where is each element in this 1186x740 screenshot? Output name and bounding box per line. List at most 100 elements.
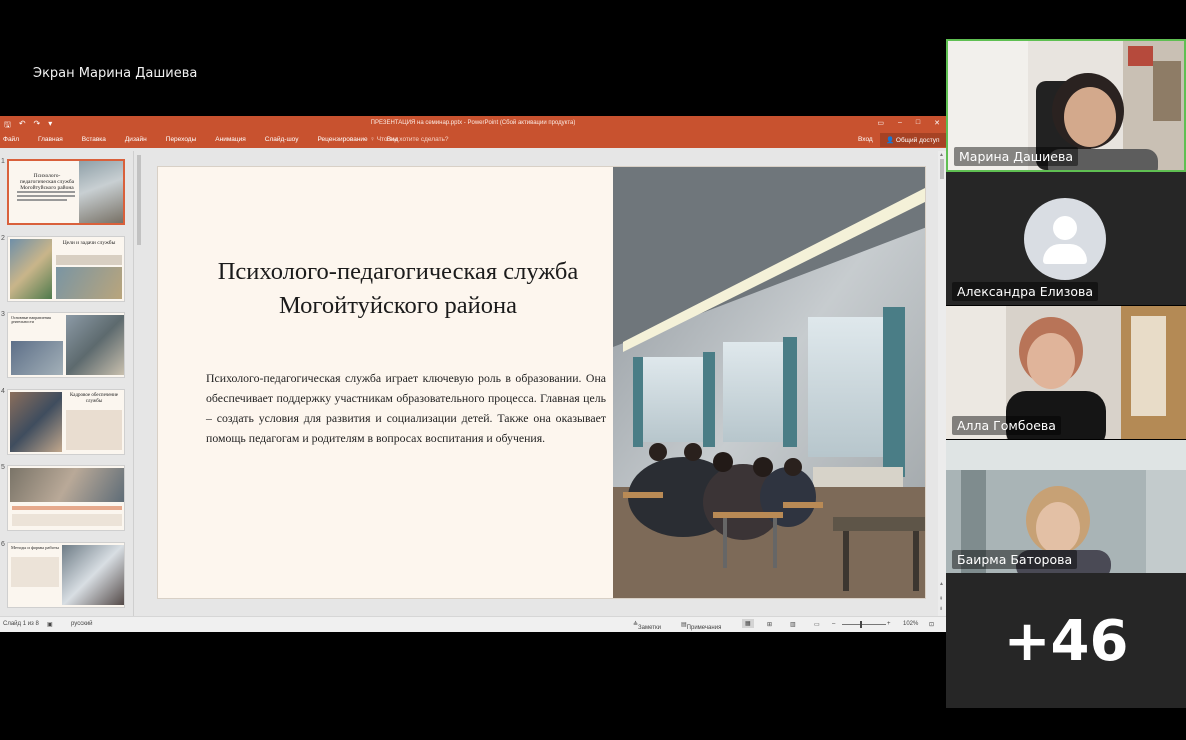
- text-placeholder: [17, 195, 75, 197]
- spellcheck-icon[interactable]: ▣: [47, 621, 53, 628]
- scrollbar-thumb[interactable]: [137, 155, 141, 245]
- zoom-out-icon[interactable]: –: [832, 621, 835, 627]
- status-bar: Слайд 1 из 8 ▣ русский ≜ Заметки ▤ Приме…: [0, 616, 946, 632]
- slide-title[interactable]: Психолого-педагогическая служба Могойтуй…: [178, 255, 618, 323]
- text-placeholder: [11, 557, 59, 587]
- participant-name: Марина Дашиева: [954, 147, 1079, 166]
- classroom-photo-graphic: [613, 167, 925, 598]
- next-slide-icon[interactable]: ⇟: [939, 606, 943, 612]
- thumbnail-number: 4: [1, 388, 5, 395]
- reading-view-icon[interactable]: ▥: [790, 621, 796, 628]
- tell-me-box[interactable]: ♀ Что вы хотите сделать?: [370, 136, 449, 143]
- fit-to-window-icon[interactable]: ⊡: [929, 621, 934, 628]
- thumbnail-item[interactable]: 5: [0, 464, 134, 534]
- scroll-down-icon[interactable]: ▲: [939, 581, 944, 587]
- tab-home[interactable]: Главная: [38, 136, 63, 143]
- comments-button[interactable]: ▤ Примечания: [681, 621, 721, 631]
- slide-counter: Слайд 1 из 8: [3, 621, 39, 627]
- share-button[interactable]: 👤 Общий доступ: [880, 133, 946, 147]
- powerpoint-window: 🖫 ↶ ↷ ▾ ПРЕЗЕНТАЦИЯ на семинар.pptx - Po…: [0, 116, 946, 632]
- tab-transitions[interactable]: Переходы: [166, 136, 197, 143]
- notes-button[interactable]: ≜ Заметки: [633, 621, 661, 631]
- participant-tile[interactable]: Марина Дашиева: [946, 39, 1186, 172]
- thumbnail-number: 1: [1, 158, 5, 165]
- more-participants-count: +46: [1003, 609, 1129, 674]
- text-placeholder: [56, 255, 122, 265]
- sign-in-link[interactable]: Вход: [858, 136, 873, 143]
- person-placeholder-icon: [1024, 198, 1106, 280]
- maximize-icon[interactable]: □: [916, 119, 920, 127]
- slide-photo: [11, 341, 63, 375]
- slide-thumbnail-3[interactable]: Основные направления деятельности: [7, 312, 125, 378]
- slide-photo: [79, 161, 123, 223]
- thumbnail-scrollbar[interactable]: [135, 151, 143, 616]
- slide-photo: [62, 545, 124, 605]
- slide-photo: [56, 267, 122, 299]
- minimize-icon[interactable]: –: [898, 119, 902, 127]
- normal-view-icon[interactable]: ▦: [742, 619, 754, 628]
- scrollbar-thumb[interactable]: [940, 159, 944, 179]
- slide-thumbnail-2[interactable]: Цели и задачи службы: [7, 236, 125, 302]
- current-slide[interactable]: Психолого-педагогическая служба Могойтуй…: [157, 166, 926, 599]
- tab-design[interactable]: Дизайн: [125, 136, 147, 143]
- thumbnail-item[interactable]: 4 Кадровое обеспечение службы: [0, 388, 134, 458]
- video-call-screen: Экран Марина Дашиева 🖫 ↶ ↷ ▾ ПРЕЗЕНТАЦИЯ…: [0, 0, 1186, 740]
- slide-photo: [10, 468, 124, 502]
- slide-thumbnail-5[interactable]: [7, 465, 125, 531]
- slide-sorter-icon[interactable]: ⊞: [767, 621, 772, 628]
- text-placeholder: [12, 514, 122, 526]
- ribbon: Файл Главная Вставка Дизайн Переходы Ани…: [0, 132, 946, 148]
- tab-review[interactable]: Рецензирование: [317, 136, 367, 143]
- text-placeholder: [17, 191, 75, 193]
- scroll-up-icon[interactable]: ▲: [939, 152, 944, 158]
- participant-tile[interactable]: Александра Елизова: [946, 172, 1186, 305]
- person-icon: 👤: [886, 137, 895, 144]
- thumbnail-number: 3: [1, 311, 5, 318]
- ribbon-options-icon[interactable]: ▭: [877, 119, 884, 127]
- classroom-photo[interactable]: [613, 167, 925, 598]
- prev-slide-icon[interactable]: ⇞: [939, 596, 943, 602]
- close-icon[interactable]: ✕: [934, 119, 940, 127]
- thumbnail-item[interactable]: 1 Психолого-педагогическая служба Могойт…: [0, 158, 134, 228]
- more-participants-tile[interactable]: +46: [946, 573, 1186, 708]
- tab-file[interactable]: Файл: [3, 136, 19, 143]
- thumbnail-item[interactable]: 3 Основные направления деятельности: [0, 311, 134, 381]
- tab-insert[interactable]: Вставка: [82, 136, 106, 143]
- thumbnail-number: 2: [1, 235, 5, 242]
- text-placeholder: [17, 199, 67, 201]
- participant-tile[interactable]: Алла Гомбоева: [946, 306, 1186, 439]
- thumbnail-number: 5: [1, 464, 5, 471]
- participant-tile[interactable]: Баирма Баторова: [946, 440, 1186, 573]
- slide-thumbnail-6[interactable]: Методы и формы работы: [7, 542, 125, 608]
- slide-thumbnail-4[interactable]: Кадровое обеспечение службы: [7, 389, 125, 455]
- title-bar: 🖫 ↶ ↷ ▾ ПРЕЗЕНТАЦИЯ на семинар.pptx - Po…: [0, 116, 946, 132]
- thumbnail-title: Цели и задачи службы: [62, 240, 116, 246]
- slide-photo: [66, 315, 124, 375]
- notes-label: Заметки: [638, 625, 661, 631]
- tab-animations[interactable]: Анимация: [215, 136, 246, 143]
- thumbnail-item[interactable]: 2 Цели и задачи службы: [0, 235, 134, 305]
- slide-editor: Психолого-педагогическая служба Могойтуй…: [144, 151, 938, 616]
- thumbnail-title: Психолого-педагогическая служба Могойтуй…: [19, 173, 75, 192]
- thumbnail-item[interactable]: 6 Методы и формы работы: [0, 541, 134, 611]
- zoom-slider[interactable]: [842, 624, 886, 625]
- thumbnail-number: 6: [1, 541, 5, 548]
- window-controls: ▭ – □ ✕: [877, 119, 940, 127]
- ribbon-tabs: Файл Главная Вставка Дизайн Переходы Ани…: [3, 136, 417, 143]
- slide-thumbnail-pane: 1 Психолого-педагогическая служба Могойт…: [0, 151, 134, 616]
- slide-body-text[interactable]: Психолого-педагогическая служба играет к…: [206, 368, 606, 448]
- comments-label: Примечания: [686, 625, 722, 631]
- zoom-level[interactable]: 102%: [903, 621, 918, 627]
- share-label: Общий доступ: [895, 137, 940, 144]
- slide-thumbnail-1[interactable]: Психолого-педагогическая служба Могойтуй…: [7, 159, 125, 225]
- table-placeholder: [66, 410, 122, 450]
- tab-slideshow[interactable]: Слайд-шоу: [265, 136, 299, 143]
- slide-scrollbar[interactable]: ▲ ▲ ⇞ ⇟: [938, 151, 946, 616]
- language-indicator[interactable]: русский: [71, 621, 93, 627]
- zoom-in-icon[interactable]: +: [887, 621, 891, 627]
- thumbnail-title: Основные направления деятельности: [11, 315, 51, 325]
- window-title: ПРЕЗЕНТАЦИЯ на семинар.pptx - PowerPoint…: [370, 120, 576, 126]
- slide-photo: [10, 239, 52, 299]
- slideshow-icon[interactable]: ▭: [814, 621, 820, 628]
- zoom-slider-thumb[interactable]: [860, 621, 862, 628]
